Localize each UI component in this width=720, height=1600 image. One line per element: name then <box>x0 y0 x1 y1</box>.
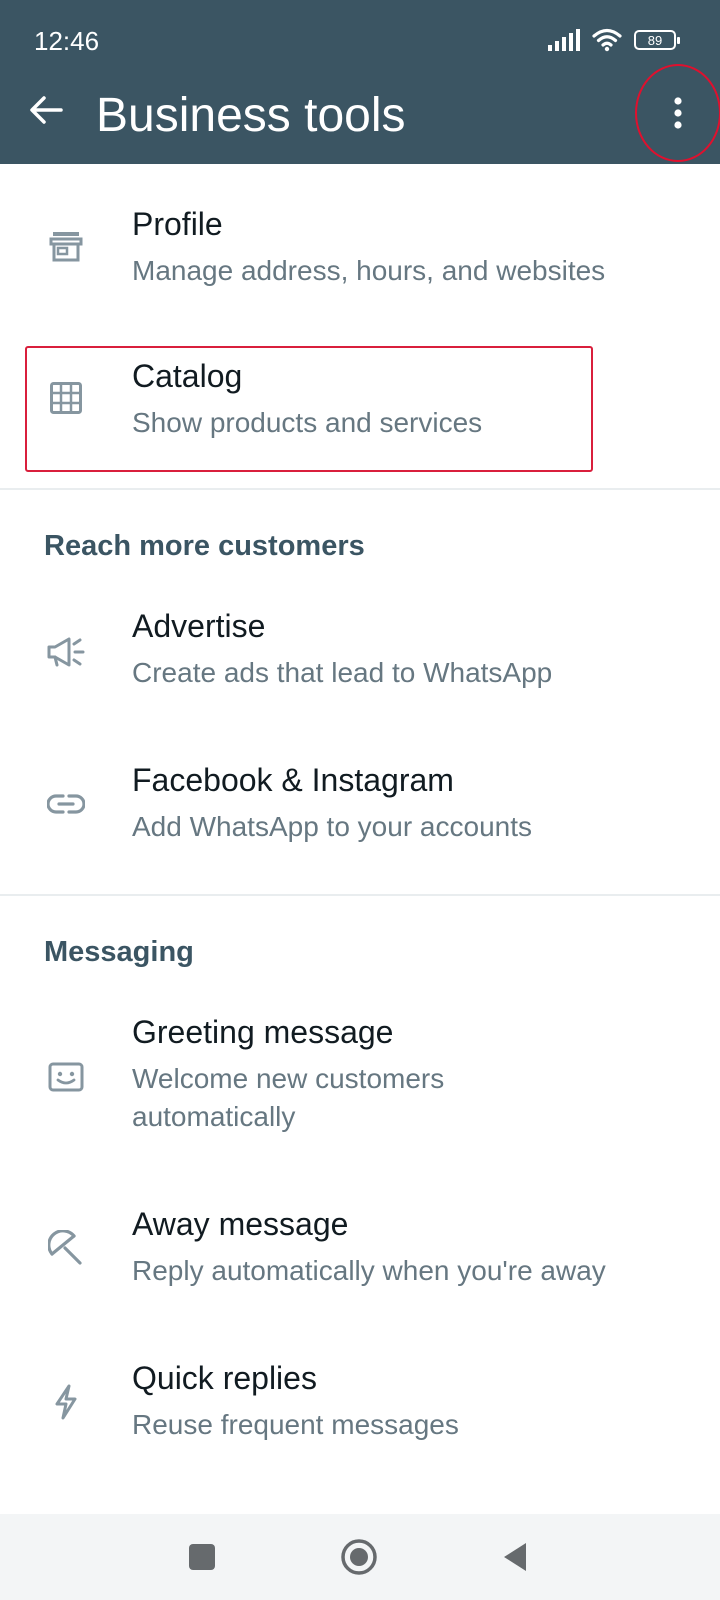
storefront-icon <box>44 224 88 268</box>
status-icons: 89 <box>548 28 680 52</box>
status-time: 12:46 <box>34 26 100 56</box>
away-icon <box>44 1226 88 1270</box>
megaphone-icon <box>44 630 88 674</box>
divider <box>0 894 720 896</box>
page-title: Business tools <box>96 89 406 142</box>
link-icon <box>44 782 88 826</box>
back-nav-button[interactable] <box>490 1532 540 1582</box>
battery-level: 89 <box>647 32 663 48</box>
advertise-title: Advertise <box>132 608 266 644</box>
profile-subtitle: Manage address, hours, and websites <box>132 255 606 286</box>
quick-replies-title: Quick replies <box>132 1360 317 1396</box>
system-nav-bar <box>0 1514 720 1600</box>
greeting-message-item[interactable]: Greeting message Welcome new customers a… <box>0 1004 720 1180</box>
arrow-left-icon <box>30 96 63 124</box>
back-button[interactable] <box>24 88 68 132</box>
square-icon <box>189 1544 215 1570</box>
home-button[interactable] <box>334 1532 384 1582</box>
section-messaging-header: Messaging <box>44 936 194 968</box>
signal-icon <box>548 29 580 51</box>
facebook-instagram-subtitle: Add WhatsApp to your accounts <box>132 811 532 842</box>
catalog-highlight <box>25 346 593 472</box>
greeting-icon <box>44 1056 88 1100</box>
quick-replies-item[interactable]: Quick replies Reuse frequent messages <box>0 1350 720 1490</box>
advertise-subtitle: Create ads that lead to WhatsApp <box>132 657 553 688</box>
facebook-instagram-item[interactable]: Facebook & Instagram Add WhatsApp to you… <box>0 752 720 892</box>
away-message-item[interactable]: Away message Reply automatically when yo… <box>0 1196 720 1336</box>
profile-title: Profile <box>132 206 223 242</box>
advertise-item[interactable]: Advertise Create ads that lead to WhatsA… <box>0 598 720 738</box>
more-vert-icon <box>674 97 682 129</box>
content: Profile Manage address, hours, and websi… <box>0 164 720 1514</box>
lightning-icon <box>44 1380 88 1424</box>
away-message-title: Away message <box>132 1206 349 1242</box>
battery-icon: 89 <box>634 30 680 50</box>
more-options-button[interactable] <box>635 64 720 162</box>
app-bar: 12:46 89 Business tools <box>0 0 720 164</box>
greeting-message-subtitle: Welcome new customers automatically <box>132 1063 445 1132</box>
away-message-subtitle: Reply automatically when you're away <box>132 1255 606 1286</box>
greeting-message-title: Greeting message <box>132 1014 394 1050</box>
section-reach-header: Reach more customers <box>44 530 365 562</box>
profile-item[interactable]: Profile Manage address, hours, and websi… <box>0 194 720 324</box>
recent-apps-button[interactable] <box>177 1532 227 1582</box>
wifi-icon <box>592 28 622 52</box>
circle-icon <box>341 1539 377 1575</box>
triangle-back-icon <box>504 1543 526 1571</box>
facebook-instagram-title: Facebook & Instagram <box>132 762 454 798</box>
divider <box>0 488 720 490</box>
quick-replies-subtitle: Reuse frequent messages <box>132 1409 459 1440</box>
